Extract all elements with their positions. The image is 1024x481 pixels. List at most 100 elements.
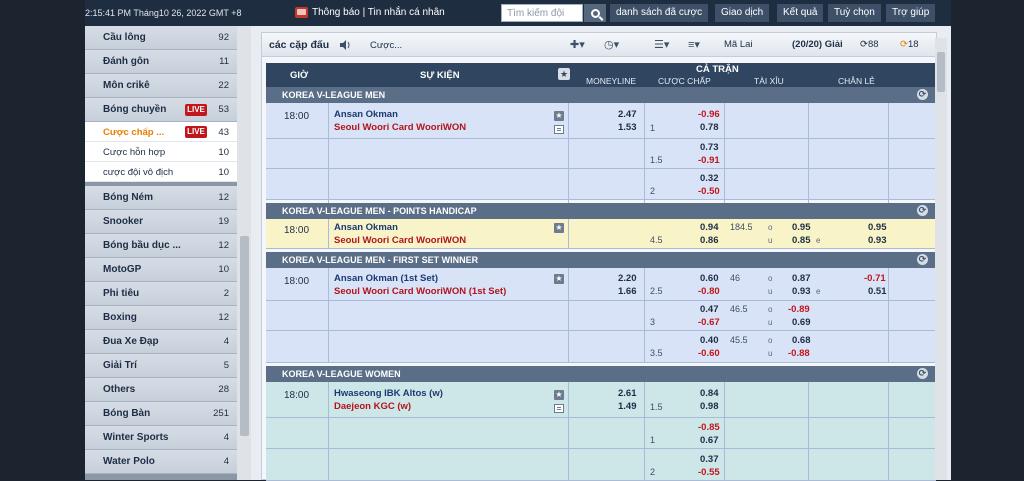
odds-type-select[interactable]: Mã Lai [724,39,753,50]
handicap-away-odds[interactable]: -0.67 [698,317,720,328]
handicap-away-odds[interactable]: 0.67 [700,435,719,446]
handicap-home-odds[interactable]: 0.94 [700,222,719,233]
sidebar-item-badminton[interactable]: Cầu lông 92 [85,26,237,50]
sidebar-item-table-tennis[interactable]: Bóng Bàn 251 [85,402,237,426]
under-odds[interactable]: 0.69 [792,317,811,328]
even-odds[interactable]: 0.51 [868,286,887,297]
table-row: 18:00 Ansan Okman Seoul Woori Card Woori… [266,103,936,139]
sidebar-item-darts[interactable]: Phi tiêu 2 [85,282,237,306]
under-odds[interactable]: -0.88 [788,348,810,359]
refresh-icon[interactable]: ⟳ [917,254,928,265]
sidebar-item-entertainment[interactable]: Giải Trí 5 [85,354,237,378]
handicap-away-odds[interactable]: 0.98 [700,401,719,412]
sidebar-item-golf[interactable]: Đánh gôn 11 [85,50,237,74]
favorite-star-icon[interactable]: ★ [554,223,564,233]
sort-icon[interactable]: ☰▾ [654,38,669,51]
sidebar-item-others[interactable]: Others 28 [85,378,237,402]
moneyline-home[interactable]: 2.61 [618,388,637,399]
league-header[interactable]: KOREA V-LEAGUE MEN - POINTS HANDICAP ⟳ [266,203,936,219]
sidebar-sub-handicap[interactable]: Cược chấp ... LIVE 43 [85,122,237,142]
column-divider [328,103,329,203]
sidebar-sub-parlay[interactable]: Cược hỗn hợp 10 [85,142,237,162]
search-input[interactable]: Tìm kiếm đội [501,4,583,22]
sidebar-item-water-polo[interactable]: Water Polo 4 [85,450,237,474]
league-header[interactable]: KOREA V-LEAGUE MEN - FIRST SET WINNER ⟳ [266,252,936,268]
league-header[interactable]: KOREA V-LEAGUE MEN ⟳ [266,87,936,103]
sidebar-item-label: Bóng bầu dục ... [103,240,181,251]
handicap-away-odds[interactable]: -0.50 [698,186,720,197]
handicap-home-odds[interactable]: -0.96 [698,109,720,120]
clock-icon[interactable]: ◷▾ [604,38,619,51]
sidebar-item-boxing[interactable]: Boxing 12 [85,306,237,330]
under-odds[interactable]: 0.93 [792,286,811,297]
handicap-away-odds[interactable]: -0.91 [698,155,720,166]
refresh-button-1[interactable]: ⟳88 [860,39,879,50]
nav-options[interactable]: Tuỳ chọn [828,4,881,22]
moneyline-away[interactable]: 1.66 [618,286,637,297]
over-odds[interactable]: 0.68 [792,335,811,346]
nav-bet-list[interactable]: danh sách đã cược [610,4,709,22]
favorite-star-icon[interactable]: ★ [554,390,564,400]
favorites-header-icon[interactable]: ★ [558,68,570,80]
moneyline-away[interactable]: 1.53 [618,122,637,133]
nav-help[interactable]: Trợ giúp [886,4,936,22]
handicap-home-odds[interactable]: 0.73 [700,142,719,153]
sidebar-item-rugby[interactable]: Bóng bầu dục ... 12 [85,234,237,258]
odd-odds[interactable]: -0.71 [864,273,886,284]
column-divider [328,268,329,363]
handicap-home-odds[interactable]: -0.85 [698,422,720,433]
sidebar-item-handball[interactable]: Bóng Ném 12 [85,186,237,210]
handicap-away-odds[interactable]: 0.78 [700,122,719,133]
under-odds[interactable]: 0.85 [792,235,811,246]
refresh-button-2[interactable]: ⟳18 [900,39,919,50]
speaker-icon[interactable] [340,40,351,50]
main-scroll-thumb[interactable] [937,52,945,92]
handicap-home-odds[interactable]: 0.40 [700,335,719,346]
league-header[interactable]: KOREA V-LEAGUE WOMEN ⟳ [266,366,936,382]
handicap-home-odds[interactable]: 0.60 [700,273,719,284]
main-scrollbar[interactable] [935,38,947,480]
stats-icon[interactable] [554,125,564,134]
nav-results[interactable]: Kết quả [777,4,824,22]
sidebar-item-cricket[interactable]: Môn crikê 22 [85,74,237,98]
handicap-away-odds[interactable]: -0.80 [698,286,720,297]
handicap-home-odds[interactable]: 0.47 [700,304,719,315]
sidebar-item-cycling[interactable]: Đua Xe Đạp 4 [85,330,237,354]
moneyline-home[interactable]: 2.47 [618,109,637,120]
nav-transactions[interactable]: Giao dịch [715,4,770,22]
sidebar-item-volleyball[interactable]: Bóng chuyền LIVE 53 [85,98,237,122]
handicap-away-odds[interactable]: 0.86 [700,235,719,246]
list-view-icon[interactable]: ≡▾ [688,38,700,51]
moneyline-home[interactable]: 2.20 [618,273,637,284]
handicap-away-odds[interactable]: -0.55 [698,467,720,478]
sidebar-item-label: Giải Trí [103,360,137,371]
sidebar-item-winter-sports[interactable]: Winter Sports 4 [85,426,237,450]
bet-type-select[interactable]: Cược... [370,40,402,51]
sidebar-scroll-thumb[interactable] [240,236,249,436]
even-odds[interactable]: 0.93 [868,235,887,246]
handicap-home-odds[interactable]: 0.37 [700,454,719,465]
favorite-star-icon[interactable]: ★ [554,111,564,121]
sidebar-sub-outright[interactable]: cược đội vô địch 10 [85,162,237,182]
add-icon[interactable]: ✚▾ [570,38,585,51]
stats-icon[interactable] [554,404,564,413]
refresh-icon[interactable]: ⟳ [917,205,928,216]
search-button[interactable] [584,4,606,22]
handicap-home-odds[interactable]: 0.84 [700,388,719,399]
over-odds[interactable]: -0.89 [788,304,810,315]
refresh-icon[interactable]: ⟳ [917,368,928,379]
team-away: Seoul Woori Card WooriWON (1st Set) [334,286,507,297]
sidebar-item-count: 4 [223,432,229,443]
sidebar-item-snooker[interactable]: Snooker 19 [85,210,237,234]
notice-link[interactable]: Thông báo | Tin nhắn cá nhân [295,7,445,18]
over-odds[interactable]: 0.95 [792,222,811,233]
handicap-home-odds[interactable]: 0.32 [700,173,719,184]
moneyline-away[interactable]: 1.49 [618,401,637,412]
odd-odds[interactable]: 0.95 [868,222,887,233]
handicap-away-odds[interactable]: -0.60 [698,348,720,359]
refresh-icon[interactable]: ⟳ [917,89,928,100]
over-odds[interactable]: 0.87 [792,273,811,284]
team-home: Hwaseong IBK Altos (w) [334,388,443,399]
favorite-star-icon[interactable]: ★ [554,274,564,284]
sidebar-item-motogp[interactable]: MotoGP 10 [85,258,237,282]
